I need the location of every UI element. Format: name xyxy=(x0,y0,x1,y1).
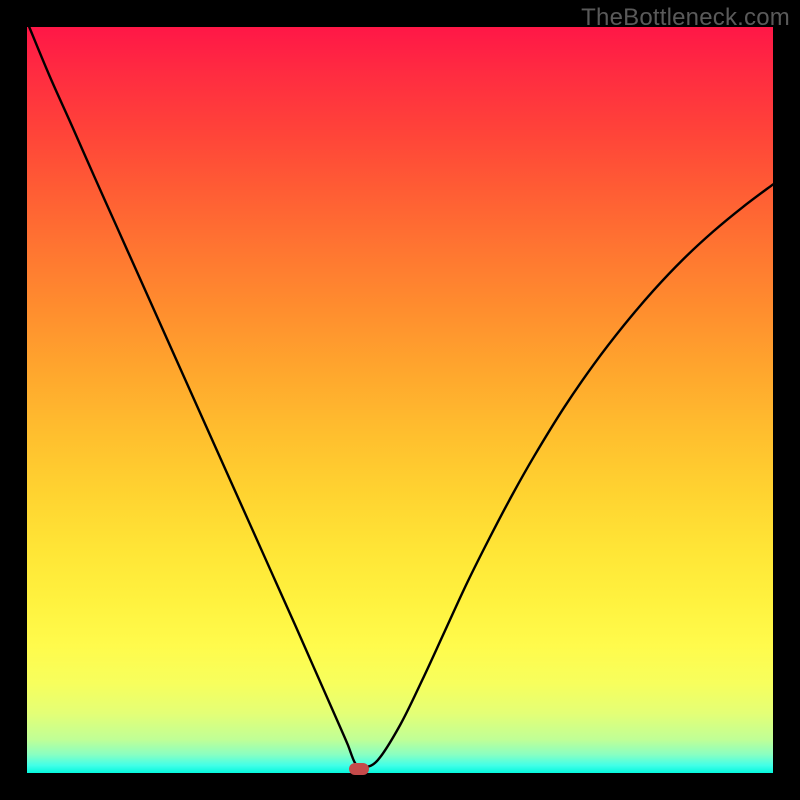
watermark-text: TheBottleneck.com xyxy=(581,4,790,32)
plot-area xyxy=(27,27,773,773)
bottleneck-marker xyxy=(349,763,369,775)
chart-frame: TheBottleneck.com xyxy=(0,0,800,800)
curve-line xyxy=(27,27,773,773)
